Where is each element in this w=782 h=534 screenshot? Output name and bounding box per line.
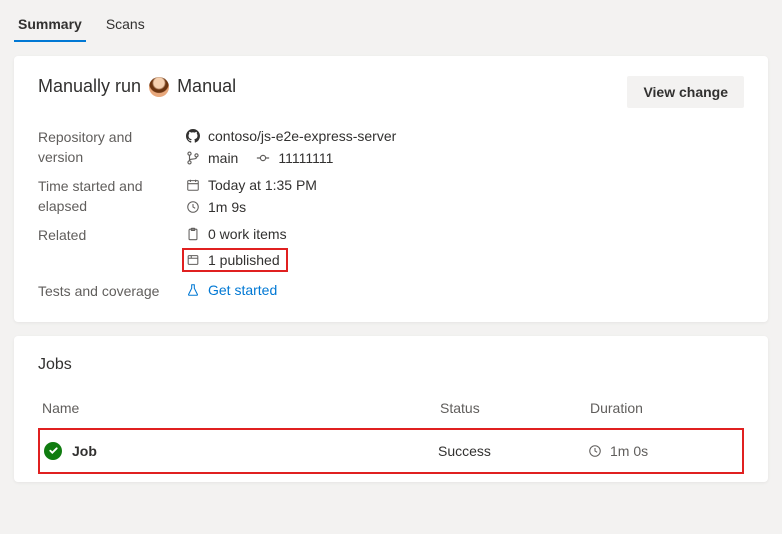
job-row[interactable]: Job Success 1m 0s: [38, 428, 744, 474]
work-items-text: 0 work items: [208, 226, 287, 242]
time-label: Time started and elapsed: [38, 177, 178, 216]
tests-label: Tests and coverage: [38, 282, 178, 302]
job-status-text: Success: [438, 443, 588, 459]
clock-icon: [186, 200, 200, 214]
jobs-header-row: Name Status Duration: [38, 392, 744, 424]
jobs-title: Jobs: [38, 356, 744, 374]
tab-bar: Summary Scans: [0, 0, 782, 42]
published-text: 1 published: [208, 252, 280, 268]
clipboard-icon: [186, 227, 200, 241]
get-started-text: Get started: [208, 282, 277, 298]
summary-card: Manually run Manual View change Reposito…: [14, 56, 768, 322]
success-icon: [44, 442, 62, 460]
branch-icon: [186, 151, 200, 165]
job-duration-text: 1m 0s: [610, 443, 648, 459]
elapsed-time: 1m 9s: [208, 199, 246, 215]
commit-icon: [256, 151, 270, 165]
github-icon: [186, 129, 200, 143]
tab-scans[interactable]: Scans: [102, 8, 149, 42]
published-row[interactable]: 1 published: [186, 252, 280, 268]
repo-row[interactable]: contoso/js-e2e-express-server: [186, 128, 744, 144]
view-change-button[interactable]: View change: [627, 76, 744, 108]
get-started-link[interactable]: Get started: [186, 282, 744, 298]
related-label: Related: [38, 226, 178, 272]
col-name: Name: [42, 400, 440, 416]
run-trigger: Manual: [177, 76, 236, 97]
repo-name: contoso/js-e2e-express-server: [208, 128, 396, 144]
run-title: Manually run Manual: [38, 76, 236, 97]
branch-row[interactable]: main: [186, 150, 238, 166]
job-name-text: Job: [72, 443, 97, 459]
time-started: Today at 1:35 PM: [208, 177, 317, 193]
col-status: Status: [440, 400, 590, 416]
commit-row[interactable]: 11111111: [256, 150, 333, 166]
calendar-icon: [186, 178, 200, 192]
tab-summary[interactable]: Summary: [14, 8, 86, 42]
branch-name: main: [208, 150, 238, 166]
jobs-card: Jobs Name Status Duration Job Success 1m…: [14, 336, 768, 482]
avatar: [149, 77, 169, 97]
work-items-row[interactable]: 0 work items: [186, 226, 744, 242]
repo-label: Repository and version: [38, 128, 178, 167]
clock-icon: [588, 444, 602, 458]
flask-icon: [186, 283, 200, 297]
run-title-prefix: Manually run: [38, 76, 141, 97]
artifact-icon: [186, 253, 200, 267]
published-highlight: 1 published: [182, 248, 288, 272]
col-duration: Duration: [590, 400, 740, 416]
commit-hash: 11111111: [278, 150, 333, 166]
